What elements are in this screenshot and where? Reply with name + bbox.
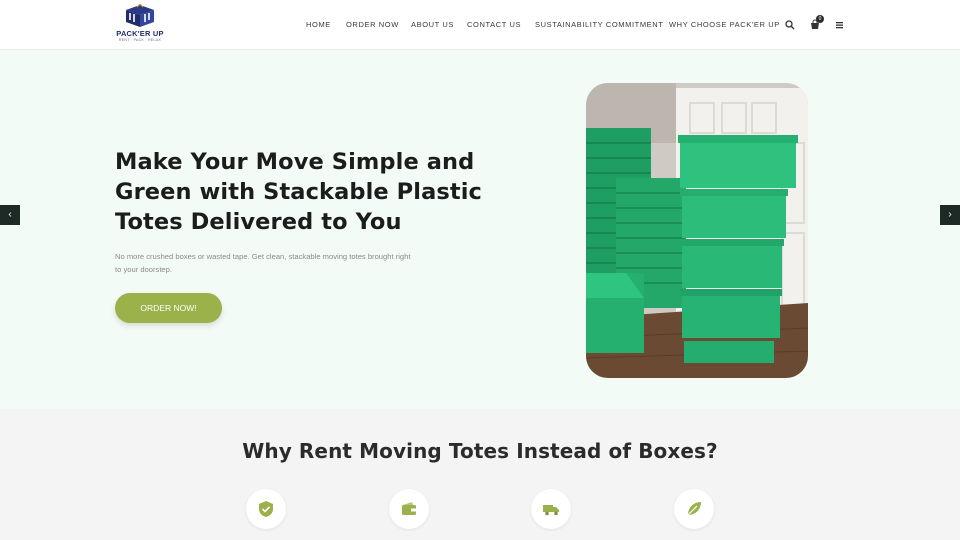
slider-next-arrow[interactable]: › <box>940 205 960 225</box>
shield-check-icon <box>259 501 273 517</box>
wallet-icon <box>402 502 416 515</box>
nav-contact-us[interactable]: CONTACT US <box>467 20 521 29</box>
leaf-icon <box>687 502 701 516</box>
hero-image-totes <box>586 83 808 378</box>
cart-icon[interactable]: 0 <box>809 15 824 30</box>
logo-box-icon <box>126 4 154 27</box>
site-header: PACK'ER UP RENT · PACK · RELAX HOME ORDE… <box>0 0 960 50</box>
cart-count-badge: 0 <box>816 15 824 23</box>
section-title: Why Rent Moving Totes Instead of Boxes? <box>242 439 718 463</box>
nav-home[interactable]: HOME <box>306 20 331 29</box>
feature-wallet-card <box>389 489 429 529</box>
why-rent-section: Why Rent Moving Totes Instead of Boxes? <box>0 409 960 540</box>
order-now-button[interactable]: ORDER NOW! <box>115 293 222 323</box>
logo-text: PACK'ER UP <box>116 29 164 38</box>
logo[interactable]: PACK'ER UP RENT · PACK · RELAX <box>116 4 164 46</box>
logo-tagline: RENT · PACK · RELAX <box>118 38 162 42</box>
nav-sustainability-commitment[interactable]: SUSTAINABILITY COMMITMENT <box>535 20 663 29</box>
nav-why-choose[interactable]: WHY CHOOSE PACK'ER UP <box>669 20 780 29</box>
feature-shield-card <box>246 489 286 529</box>
slider-prev-arrow[interactable]: ‹ <box>0 205 20 225</box>
nav-order-now[interactable]: ORDER NOW <box>346 20 399 29</box>
hero-title: Make Your Move Simple and Green with Sta… <box>115 149 482 235</box>
truck-icon <box>543 505 559 516</box>
menu-icon[interactable] <box>834 18 846 30</box>
hero-section: Make Your Move Simple and Green with Sta… <box>0 50 960 409</box>
hero-subtitle: No more crushed boxes or wasted tape. Ge… <box>115 252 411 274</box>
nav-about-us[interactable]: ABOUT US <box>411 20 454 29</box>
feature-truck-card <box>531 489 571 529</box>
feature-leaf-card <box>674 489 714 529</box>
search-icon[interactable] <box>784 18 796 30</box>
